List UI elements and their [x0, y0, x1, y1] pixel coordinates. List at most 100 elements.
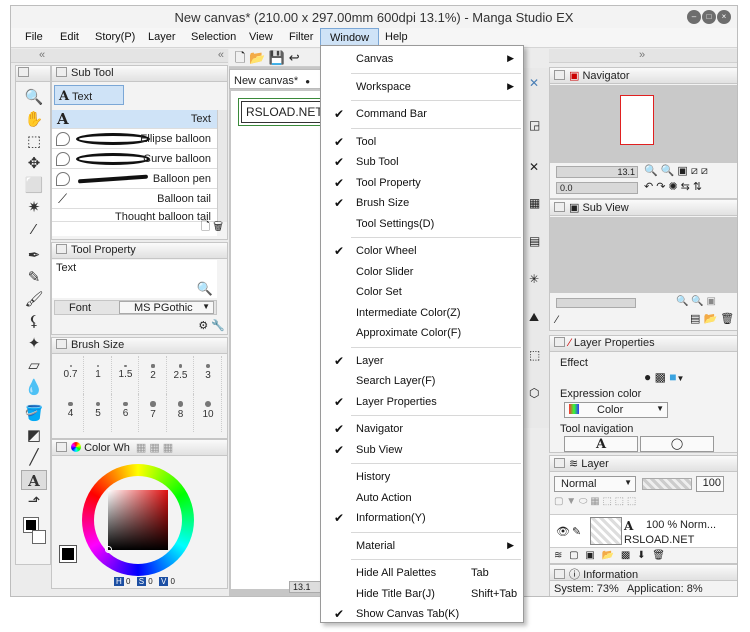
subtool-item-text[interactable]: A Text — [52, 110, 217, 129]
expression-color-select[interactable]: Color ▼ — [564, 402, 668, 418]
blend-tool-icon[interactable]: 💧 — [21, 378, 47, 398]
zoom-out-icon[interactable]: 🔍 — [676, 296, 688, 307]
new-vector-icon[interactable]: ▣ — [585, 550, 596, 561]
collapse-right-icon[interactable]: « — [218, 49, 224, 61]
sub-view-area[interactable] — [550, 217, 737, 293]
window-menu-item-tool[interactable]: ✔ Tool — [321, 132, 523, 152]
mirror-icon[interactable]: ⇅ — [693, 181, 705, 193]
subtool-scrollbar[interactable] — [217, 110, 227, 222]
correct-line-tool-icon[interactable]: ⬏ — [21, 492, 47, 512]
opacity-slider[interactable] — [642, 478, 692, 490]
expand-icon[interactable]: » — [639, 49, 645, 61]
effect-color-icon[interactable]: ■ — [669, 370, 676, 384]
eye-icon[interactable]: 👁 — [556, 525, 570, 538]
window-menu-item-material[interactable]: Material ▶ — [321, 536, 523, 556]
window-menu-item-approximate-color[interactable]: Approximate Color(F) — [321, 323, 523, 343]
menu-story[interactable]: Story(P) — [95, 31, 135, 43]
new-subtool-icon[interactable]: 🗋 — [201, 221, 210, 233]
window-menu-item-command-bar[interactable]: ✔ Command Bar — [321, 104, 523, 124]
merge-icon[interactable]: ⬇ — [637, 550, 647, 561]
mask-icon[interactable]: ▩ — [621, 550, 632, 561]
effect-dot-icon[interactable]: ● — [644, 370, 651, 384]
delete-icon[interactable]: 🗑 — [720, 313, 734, 325]
maximize-icon[interactable]: □ — [702, 10, 716, 24]
reset-rotate-icon[interactable]: ✺ — [668, 181, 680, 193]
brush-tool-icon[interactable]: 🖌 — [21, 290, 47, 310]
window-menu-item-tool-property[interactable]: ✔ Tool Property — [321, 173, 523, 193]
window-menu-item-information[interactable]: ✔ Information(Y) — [321, 508, 523, 528]
sub-view-slider[interactable] — [556, 298, 636, 308]
window-menu-item-search-layer[interactable]: Search Layer(F) — [321, 371, 523, 391]
zoom-tool-icon[interactable]: 🔍 — [21, 88, 47, 108]
menu-view[interactable]: View — [249, 31, 273, 43]
new-raster-icon[interactable]: ▢ — [569, 550, 580, 561]
window-menu-item-show-canvas-tab[interactable]: ✔ Show Canvas Tab(K) — [321, 604, 523, 624]
settings-icon[interactable]: ⚙ — [198, 320, 208, 332]
window-menu-item-canvas[interactable]: Canvas ▶ — [321, 49, 523, 69]
window-menu-item-color-wheel[interactable]: ✔ Color Wheel — [321, 241, 523, 261]
object-tool-icon[interactable]: ⬚ — [21, 132, 47, 152]
font-select[interactable]: MS PGothic ▼ — [119, 301, 214, 314]
undo-icon[interactable]: ↩ — [289, 50, 300, 65]
menu-selection[interactable]: Selection — [191, 31, 236, 43]
save-icon[interactable]: 💾 — [269, 50, 285, 65]
canvas-page[interactable] — [231, 91, 327, 589]
brush-size-option[interactable]: 1 — [86, 356, 112, 394]
palette-icon-2[interactable]: ◲ — [529, 118, 540, 132]
blend-mode-select[interactable]: Normal ▼ — [554, 476, 636, 492]
import-icon[interactable]: ▤ — [690, 313, 700, 325]
balloon-tool-nav-button[interactable]: ◯ — [640, 436, 714, 452]
layer-stack-icon[interactable]: ≋ — [554, 550, 564, 561]
navigator-zoom-slider[interactable]: 13.1 — [556, 166, 638, 178]
hand-tool-icon[interactable]: ✋ — [21, 110, 47, 130]
menu-filter[interactable]: Filter — [289, 31, 313, 43]
selection-tool-icon[interactable]: ⬜ — [21, 176, 47, 196]
delete-layer-icon[interactable]: 🗑 — [652, 550, 667, 561]
navigator-rotate-slider[interactable]: 0.0 — [556, 182, 638, 194]
move-tool-icon[interactable]: ✥ — [21, 154, 47, 174]
menu-edit[interactable]: Edit — [60, 31, 79, 43]
rotate-right-icon[interactable]: ↷ — [656, 181, 668, 193]
brush-size-option[interactable]: 6 — [113, 394, 139, 432]
brush-size-option[interactable]: 2 — [141, 356, 167, 394]
navigator-preview[interactable] — [550, 85, 737, 163]
window-menu-item-intermediate-color[interactable]: Intermediate Color(Z) — [321, 303, 523, 323]
new-file-icon[interactable]: 🗋 — [235, 50, 245, 65]
wrench-icon[interactable]: 🔧 — [211, 320, 225, 332]
window-menu-item-tool-settings[interactable]: Tool Settings(D) — [321, 214, 523, 234]
menu-layer[interactable]: Layer — [148, 31, 176, 43]
left-collapse-strip[interactable]: «« — [11, 49, 228, 63]
pen-tool-icon[interactable]: ✒ — [21, 246, 47, 266]
auto-select-tool-icon[interactable]: ✷ — [21, 198, 47, 218]
window-menu-item-brush-size[interactable]: ✔ Brush Size — [321, 193, 523, 213]
window-menu-item-workspace[interactable]: Workspace ▶ — [321, 77, 523, 97]
window-menu-item-navigator[interactable]: ✔ Navigator — [321, 419, 523, 439]
zoom-in-icon[interactable]: 🔍 — [691, 296, 703, 307]
palette-icon-5[interactable]: ▤ — [529, 234, 540, 248]
gradient-tool-icon[interactable]: ◩ — [21, 426, 47, 446]
saturation-value-square[interactable] — [108, 490, 168, 550]
palette-icon-1[interactable]: ✕ — [529, 76, 539, 90]
window-menu-item-sub-tool[interactable]: ✔ Sub Tool — [321, 152, 523, 172]
brush-size-option[interactable]: 1.5 — [113, 356, 139, 394]
flip-v-icon[interactable]: ⧄ — [701, 165, 711, 177]
decoration-tool-icon[interactable]: ✦ — [21, 334, 47, 354]
brush-size-option[interactable]: 2.5 — [168, 356, 194, 394]
right-collapse-strip[interactable]: » — [549, 49, 737, 63]
window-menu-item-history[interactable]: History — [321, 467, 523, 487]
pencil-tool-icon[interactable]: ✎ — [21, 268, 47, 288]
figure-tool-icon[interactable]: ╱ — [21, 448, 47, 468]
fit-icon[interactable]: ▣ — [677, 165, 690, 177]
brush-size-option[interactable]: 3 — [196, 356, 222, 394]
sub-color-swatch[interactable] — [32, 530, 46, 544]
subtool-item-ellipse-balloon[interactable]: Ellipse balloon — [52, 130, 217, 149]
brush-size-option[interactable]: 5 — [86, 394, 112, 432]
other-color-tabs[interactable]: ▦ ▦ ▦ — [136, 442, 173, 454]
zoom-preview-icon[interactable]: 🔍 — [197, 281, 213, 297]
minimize-icon[interactable]: – — [687, 10, 701, 24]
palette-icon-4[interactable]: ▦ — [529, 196, 540, 210]
window-menu-item-hide-all-palettes[interactable]: Hide All Palettes Tab — [321, 563, 523, 583]
airbrush-tool-icon[interactable]: ⚸ — [21, 312, 47, 332]
effect-tone-icon[interactable]: ▩ — [655, 370, 666, 384]
fill-tool-icon[interactable]: 🪣 — [21, 404, 47, 424]
